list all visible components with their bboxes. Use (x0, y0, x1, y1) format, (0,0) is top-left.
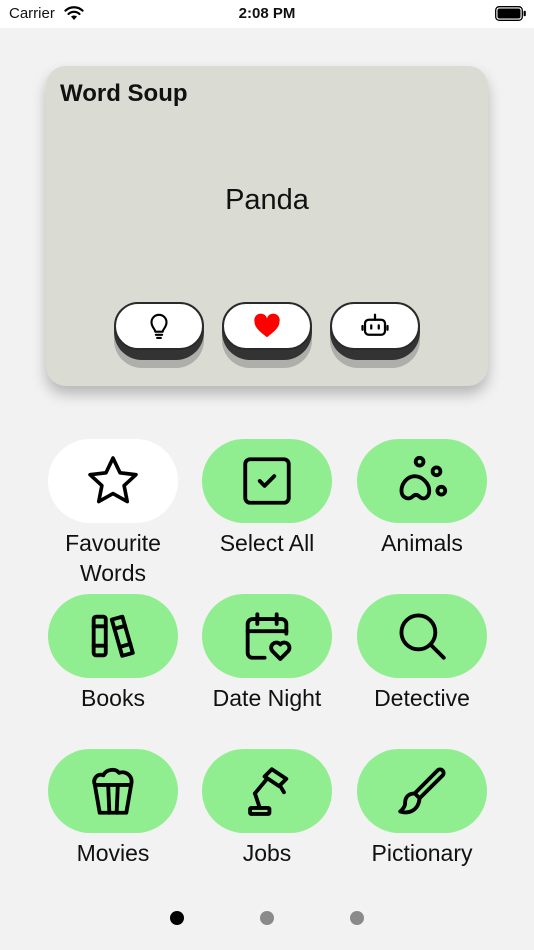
category-button[interactable] (48, 594, 178, 678)
magnifier-icon (399, 613, 446, 660)
robot-icon (361, 313, 389, 336)
category-movies[interactable]: Movies (48, 749, 178, 868)
category-pictionary[interactable]: Pictionary (357, 749, 487, 868)
status-bar: Carrier 2:08 PM (0, 0, 534, 28)
category-label: Select All (219, 530, 315, 556)
favourite-button[interactable] (222, 302, 312, 368)
category-label: Date Night (212, 685, 322, 711)
category-button[interactable] (357, 594, 487, 678)
category-button[interactable] (202, 749, 332, 833)
category-label: Detective (374, 685, 470, 711)
heart-icon (254, 313, 280, 338)
category-button[interactable] (357, 439, 487, 523)
current-word: Panda (225, 184, 309, 216)
category-date-night[interactable]: Date Night (202, 594, 332, 713)
category-detective[interactable]: Detective (357, 594, 487, 713)
books-icon (91, 614, 135, 658)
category-favourite-words[interactable]: Favourite Words (48, 439, 178, 588)
word-card: Word Soup Panda (46, 66, 488, 386)
robot-button[interactable] (330, 302, 420, 368)
page-dot-3[interactable] (350, 911, 364, 925)
popcorn-icon (92, 767, 134, 815)
page-dot-1[interactable] (170, 911, 184, 925)
lightbulb-icon (150, 313, 168, 339)
page-dot-2[interactable] (260, 911, 274, 925)
app-screen: Carrier 2:08 PM Word Soup Panda Favourit… (0, 0, 534, 950)
category-label: Animals (381, 530, 463, 556)
category-label: Books (81, 685, 145, 711)
category-select-all[interactable]: Select All (202, 439, 332, 558)
battery-icon (495, 6, 526, 21)
category-button[interactable] (48, 439, 178, 523)
star-icon (88, 456, 138, 504)
hint-button[interactable] (114, 302, 204, 368)
calendar-heart-icon (245, 612, 292, 661)
category-button[interactable] (202, 594, 332, 678)
category-label: Movies (76, 840, 150, 866)
category-label: Favourite Words (65, 530, 161, 586)
card-title: Word Soup (60, 80, 188, 107)
paw-icon (399, 455, 448, 501)
brush-icon (398, 767, 446, 815)
clock: 2:08 PM (238, 5, 296, 22)
checkbox-icon (243, 457, 291, 505)
category-jobs[interactable]: Jobs (202, 749, 332, 868)
category-label: Jobs (242, 840, 292, 866)
category-books[interactable]: Books (48, 594, 178, 713)
category-animals[interactable]: Animals (357, 439, 487, 558)
category-button[interactable] (202, 439, 332, 523)
category-label: Pictionary (371, 840, 473, 866)
desk-lamp-icon (248, 767, 289, 816)
category-button[interactable] (48, 749, 178, 833)
category-button[interactable] (357, 749, 487, 833)
